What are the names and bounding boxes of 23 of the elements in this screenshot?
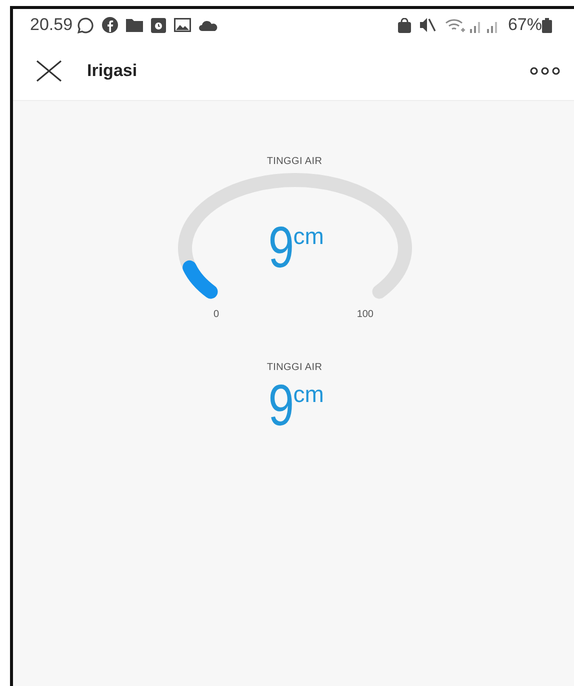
- wifi-icon: [444, 18, 466, 32]
- facebook-icon: [102, 17, 118, 33]
- chat-bubble-icon: [76, 16, 94, 34]
- image-icon: [174, 18, 191, 32]
- clock-time: 20.59: [30, 14, 73, 36]
- unit-label: cm: [293, 383, 324, 406]
- readout-label: TINGGI AIR: [266, 361, 322, 375]
- gauge-label: TINGGI AIR: [266, 155, 322, 169]
- battery-percent: 67%: [508, 14, 542, 36]
- clock-square-icon: [150, 18, 166, 32]
- readout-value: 9: [268, 383, 294, 430]
- more-options-icon[interactable]: [530, 66, 560, 74]
- battery-icon: [542, 18, 552, 32]
- close-icon[interactable]: [35, 60, 63, 82]
- mute-icon: [418, 17, 436, 33]
- max-label: 100: [356, 308, 374, 322]
- page-title: Irigasi: [87, 60, 138, 82]
- unit-label: cm: [293, 225, 324, 248]
- cloud-icon: [198, 20, 218, 30]
- lock-icon: [398, 18, 411, 32]
- folder-icon: [126, 18, 143, 32]
- gauge-value: 9: [268, 225, 294, 272]
- min-label: 0: [214, 308, 220, 322]
